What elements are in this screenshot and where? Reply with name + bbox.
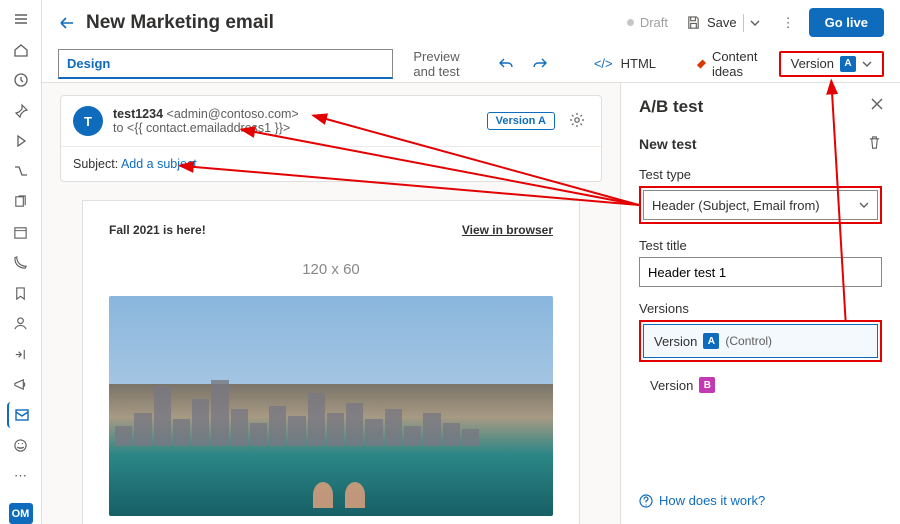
chevron-down-icon[interactable] xyxy=(750,18,760,28)
share-icon[interactable] xyxy=(7,341,35,367)
close-panel-button[interactable] xyxy=(870,97,884,114)
page-title: New Marketing email xyxy=(86,12,617,34)
ab-test-panel: A/B test New test Test type Header (Subj… xyxy=(620,83,900,524)
sender-avatar: T xyxy=(73,106,103,136)
mail-icon[interactable] xyxy=(7,402,35,428)
status-badge: Draft xyxy=(627,15,668,30)
pin-icon[interactable] xyxy=(7,97,35,123)
email-header-card: T test1234 <admin@contoso.com> to <{{ co… xyxy=(60,95,602,182)
play-icon[interactable] xyxy=(7,128,35,154)
tabs-row: Design Preview and test </>HTML Content … xyxy=(42,45,900,83)
calendar-icon[interactable] xyxy=(7,219,35,245)
flow-icon[interactable] xyxy=(7,158,35,184)
canvas-area: T test1234 <admin@contoso.com> to <{{ co… xyxy=(42,83,620,524)
version-switcher[interactable]: Version A xyxy=(779,51,884,77)
delete-test-button[interactable] xyxy=(867,135,882,153)
chevron-down-icon xyxy=(859,200,869,210)
test-type-label: Test type xyxy=(639,167,882,182)
sender-address: <admin@contoso.com> xyxy=(167,107,299,121)
view-in-browser-link[interactable]: View in browser xyxy=(462,223,553,237)
person-icon[interactable] xyxy=(7,311,35,337)
more-nav-icon[interactable]: ⋯ xyxy=(7,463,35,489)
chevron-down-icon xyxy=(862,59,872,69)
subject-label: Subject: xyxy=(73,157,118,171)
go-live-button[interactable]: Go live xyxy=(809,8,884,37)
header-settings-button[interactable] xyxy=(565,108,589,135)
menu-icon[interactable] xyxy=(7,6,35,32)
tab-design[interactable]: Design xyxy=(58,49,393,79)
phone-icon[interactable] xyxy=(7,250,35,276)
recipient-token: <{{ contact.emailaddress1 }}> xyxy=(127,121,290,135)
test-type-select[interactable]: Header (Subject, Email from) xyxy=(643,190,878,220)
header-version-badge: Version A xyxy=(487,112,555,130)
undo-button[interactable] xyxy=(498,56,514,72)
recent-icon[interactable] xyxy=(7,67,35,93)
new-test-label: New test xyxy=(639,136,697,152)
tab-preview[interactable]: Preview and test xyxy=(411,41,461,87)
subject-input[interactable]: Add a subject xyxy=(121,157,197,171)
logo-placeholder: 120 x 60 xyxy=(109,253,553,296)
test-title-input[interactable] xyxy=(639,257,882,287)
top-bar: New Marketing email Draft Save ⋮ Go live xyxy=(42,0,900,45)
emoji-icon[interactable] xyxy=(7,432,35,458)
version-a-item[interactable]: Version A (Control) xyxy=(643,324,878,358)
app-badge[interactable]: OM xyxy=(9,503,33,524)
preview-heading: Fall 2021 is here! xyxy=(109,223,206,237)
email-preview: Fall 2021 is here! View in browser 120 x… xyxy=(82,200,580,524)
version-a-badge: A xyxy=(840,56,856,72)
help-link[interactable]: How does it work? xyxy=(639,493,765,508)
home-icon[interactable] xyxy=(7,36,35,62)
version-b-badge: B xyxy=(699,377,715,393)
back-button[interactable] xyxy=(58,14,76,32)
version-b-item[interactable]: Version B xyxy=(639,368,882,402)
to-prefix: to xyxy=(113,121,127,135)
version-a-badge: A xyxy=(703,333,719,349)
html-button[interactable]: </>HTML xyxy=(594,56,656,71)
more-button[interactable]: ⋮ xyxy=(776,11,801,35)
megaphone-icon[interactable] xyxy=(7,371,35,397)
panel-title: A/B test xyxy=(639,97,882,117)
test-title-label: Test title xyxy=(639,238,882,253)
bookmark-icon[interactable] xyxy=(7,280,35,306)
hero-image xyxy=(109,296,553,516)
sender-name: test1234 xyxy=(113,107,163,121)
save-button[interactable]: Save xyxy=(678,10,768,36)
nav-rail: ⋯ OM xyxy=(0,0,42,524)
content-ideas-button[interactable]: Content ideas xyxy=(699,49,761,79)
redo-button[interactable] xyxy=(532,56,548,72)
versions-label: Versions xyxy=(639,301,882,316)
copy-icon[interactable] xyxy=(7,189,35,215)
